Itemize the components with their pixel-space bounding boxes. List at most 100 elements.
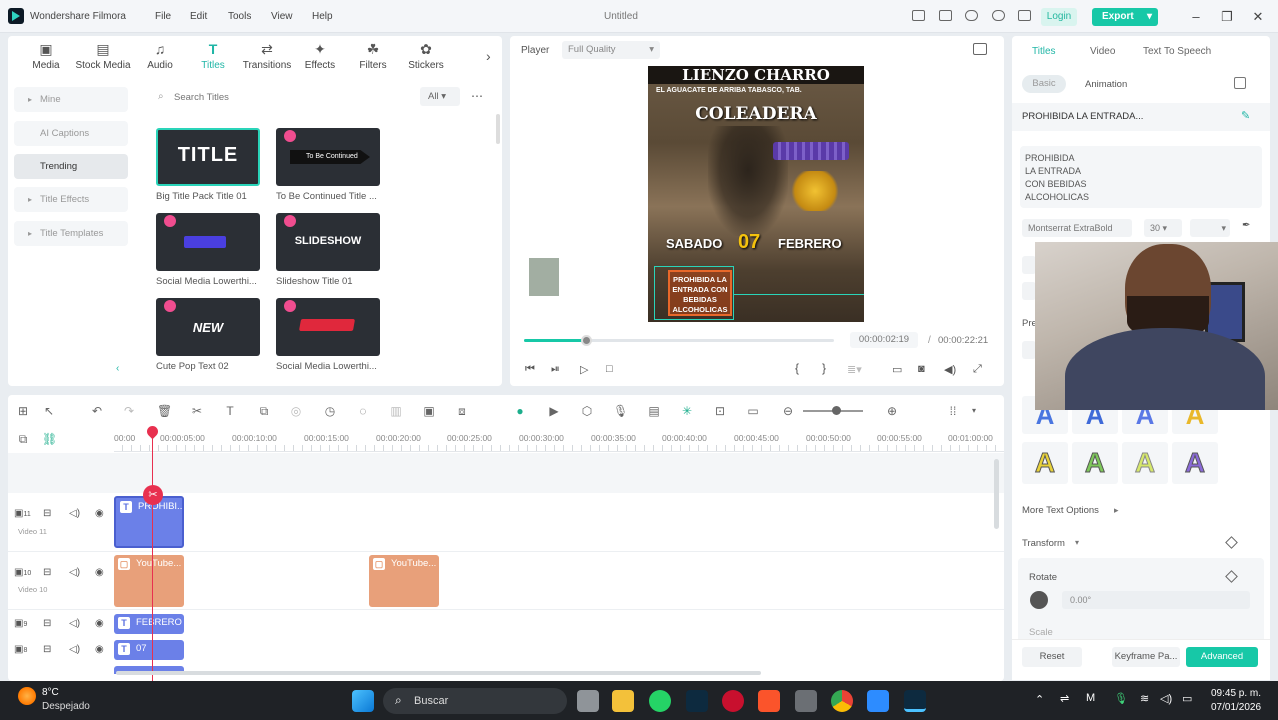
filter-select[interactable]: All ▾ [420, 87, 460, 106]
microphone-icon[interactable]: 🎙 [1114, 692, 1128, 705]
weather-text[interactable]: Despejado [42, 701, 90, 712]
scrollbar[interactable] [496, 114, 500, 144]
stabilize-icon[interactable]: ▥ [389, 404, 403, 418]
close-icon[interactable]: ✕ [1249, 9, 1267, 25]
track-folder-icon[interactable]: ⊟ [43, 508, 51, 519]
subtitle-icon[interactable]: ≣▾ [847, 363, 862, 376]
current-time[interactable]: 00:00:02:19 [850, 332, 918, 348]
eye-icon[interactable]: ◉ [95, 644, 104, 655]
ai-edit-icon[interactable]: ✎ [1241, 109, 1250, 122]
stop-icon[interactable]: □ [606, 363, 613, 375]
track-folder-icon[interactable]: ⊟ [43, 644, 51, 655]
zoom-in-icon[interactable]: ⊕ [885, 404, 899, 418]
title-thumb[interactable]: TITLE [156, 128, 260, 186]
title-thumb[interactable] [276, 298, 380, 356]
eye-icon[interactable]: ◉ [95, 618, 104, 629]
mark-out-icon[interactable]: } [822, 361, 826, 375]
title-thumb[interactable] [156, 213, 260, 271]
preview-icon[interactable]: ▶ [547, 404, 561, 418]
taskbar-search[interactable]: ⌕ Buscar [383, 688, 567, 714]
app-icon[interactable] [722, 690, 744, 712]
snap-icon[interactable]: ✳ [680, 404, 694, 418]
tool-audio[interactable]: ♫ Audio [132, 42, 188, 72]
grid-icon[interactable] [1018, 10, 1031, 21]
subtab-animation[interactable]: Animation [1085, 79, 1127, 90]
tab-text-to-speech[interactable]: Text To Speech [1143, 46, 1211, 57]
video-clip[interactable]: ▢ YouTube... [114, 555, 184, 607]
tool-effects[interactable]: ✦ Effects [292, 42, 348, 72]
expand-icon[interactable]: ▸ [1114, 505, 1119, 516]
layout-icon[interactable] [912, 10, 925, 21]
sidebar-item-title-effects[interactable]: Title Effects [14, 187, 128, 212]
save-preset-icon[interactable] [1234, 77, 1246, 89]
style-button[interactable] [1022, 256, 1036, 274]
tool-stickers[interactable]: ✿ Stickers [398, 42, 454, 72]
chevron-right-icon[interactable]: › [486, 48, 491, 64]
undo-icon[interactable]: ↶ [90, 404, 104, 418]
zoom-out-icon[interactable]: ⊖ [781, 404, 795, 418]
title-thumb[interactable]: NEW [156, 298, 260, 356]
login-button[interactable]: Login [1041, 8, 1077, 26]
more-text-options[interactable]: More Text Options [1022, 505, 1099, 516]
battery-icon[interactable]: ▭ [1182, 692, 1192, 705]
style-button[interactable] [1022, 282, 1036, 300]
speaker-icon[interactable]: ◁) [69, 644, 80, 655]
render-icon[interactable]: ● [513, 404, 527, 418]
tool-stock-media[interactable]: ▤ Stock Media [75, 42, 131, 72]
play-reverse-icon[interactable]: ⏯ [551, 363, 560, 376]
sidebar-item-ai-captions[interactable]: AI Captions [14, 121, 128, 146]
tray-icon[interactable]: ⇌ [1060, 692, 1069, 705]
title-thumb[interactable]: To Be Continued [276, 128, 380, 186]
preset-style-swatch[interactable]: A [1172, 442, 1218, 484]
storyboard-icon[interactable]: ▭ [746, 404, 760, 418]
volume-icon[interactable]: ◀) [944, 363, 956, 376]
keyframe-diamond-icon[interactable] [1225, 536, 1238, 549]
filmora-active-icon[interactable] [904, 690, 926, 712]
display-icon[interactable]: ▭ [892, 363, 902, 376]
crop-icon[interactable]: ⧉ [257, 404, 271, 418]
sidebar-item-mine[interactable]: Mine [14, 87, 128, 112]
color-select[interactable]: ▾ [1190, 219, 1230, 237]
mask-icon[interactable]: ◌ [356, 404, 370, 418]
video-clip[interactable]: ▢ YouTube... [369, 555, 439, 607]
grid-view-icon[interactable]: ⁞⁞ [946, 404, 960, 418]
subtab-basic[interactable]: Basic [1022, 75, 1066, 93]
tool-filters[interactable]: ☘ Filters [345, 42, 401, 72]
video-preview[interactable]: LIENZO CHARRO EL AGUACATE DE ARRIBA TABA… [648, 66, 864, 322]
snapshot-icon[interactable] [973, 43, 987, 55]
scissors-icon[interactable]: ✂ [190, 404, 204, 418]
title-thumb[interactable]: SLIDESHOW [276, 213, 380, 271]
play-icon[interactable]: ▷ [580, 363, 588, 376]
mark-in-icon[interactable]: { [795, 361, 799, 375]
eye-icon[interactable]: ◉ [95, 567, 104, 578]
menu-edit[interactable]: Edit [190, 11, 207, 22]
chevron-down-icon[interactable]: ▾ [967, 404, 981, 418]
link-icon[interactable]: ⛓ [42, 432, 57, 446]
rotate-dial[interactable] [1030, 591, 1048, 609]
tab-video[interactable]: Video [1090, 46, 1115, 57]
selection-box[interactable] [654, 266, 734, 320]
volume-icon[interactable]: ◁) [1160, 692, 1172, 705]
windows-start-icon[interactable] [352, 690, 374, 712]
redo-icon[interactable]: ↷ [122, 404, 136, 418]
search-input[interactable] [174, 88, 414, 106]
speed-icon[interactable]: ◷ [323, 404, 337, 418]
voiceover-icon[interactable]: ▤ [647, 404, 661, 418]
task-view-icon[interactable] [577, 690, 599, 712]
chrome-icon[interactable] [831, 690, 853, 712]
menu-view[interactable]: View [271, 11, 293, 22]
scissors-icon[interactable]: ✂ [143, 485, 163, 505]
more-icon[interactable]: ⋯ [471, 89, 483, 103]
microphone-icon[interactable]: 🎙 [613, 404, 628, 418]
sidebar-item-title-templates[interactable]: Title Templates [14, 221, 128, 246]
delete-icon[interactable]: 🗑 [157, 404, 172, 418]
vertical-scrollbar[interactable] [994, 459, 999, 529]
title-clip[interactable]: T FEBRERO [114, 614, 184, 634]
add-track-icon[interactable]: ⧉ [16, 432, 30, 446]
preset-swatch[interactable] [1022, 341, 1036, 359]
photos-icon[interactable] [867, 690, 889, 712]
menu-help[interactable]: Help [312, 11, 333, 22]
weather-icon[interactable] [18, 687, 36, 705]
color-icon[interactable]: ◎ [289, 404, 303, 418]
clock-date[interactable]: 07/01/2026 [1211, 702, 1261, 713]
